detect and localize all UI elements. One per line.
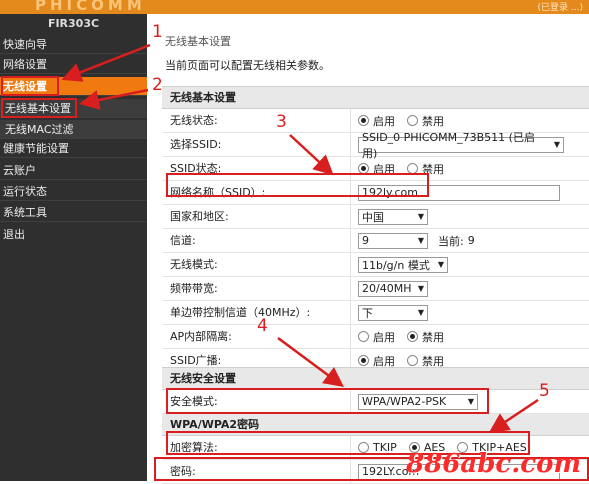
arrow-4 bbox=[277, 336, 345, 387]
arrow-1 bbox=[61, 43, 151, 82]
annotation-arrows bbox=[61, 43, 539, 433]
watermark: 886abc.com bbox=[406, 449, 581, 479]
annotation-number-4: 4 bbox=[257, 316, 268, 336]
annotation-number-1: 1 bbox=[152, 22, 163, 42]
annotation-number-3: 3 bbox=[276, 112, 287, 132]
arrow-5 bbox=[488, 398, 539, 433]
annotation-number-5: 5 bbox=[539, 381, 550, 401]
annotation-number-2: 2 bbox=[152, 75, 163, 95]
arrow-2 bbox=[79, 88, 149, 110]
arrow-3 bbox=[289, 134, 334, 176]
